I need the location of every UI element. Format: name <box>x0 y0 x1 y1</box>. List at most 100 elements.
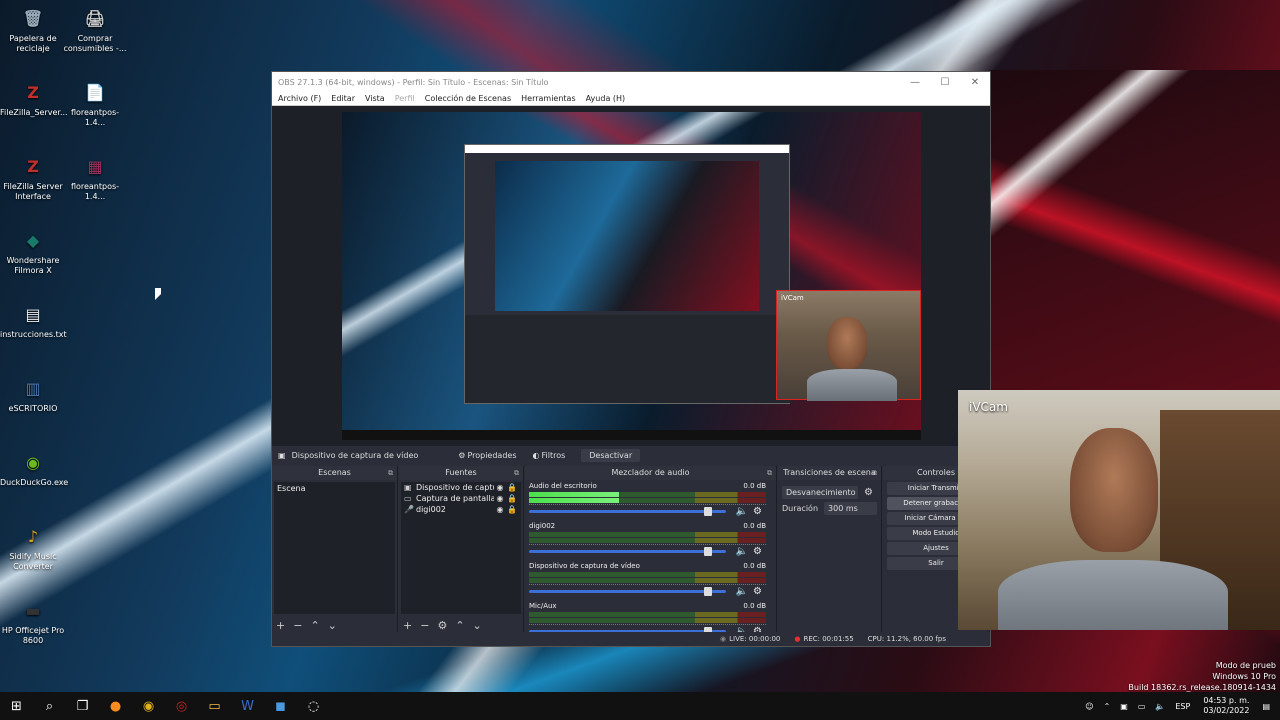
desktop-icon[interactable]: ◆ Wondershare Filmora X <box>0 228 66 276</box>
monitor-icon[interactable]: ▭ <box>1138 702 1146 711</box>
desktop-icon-image: Z <box>27 157 39 176</box>
eye-icon[interactable]: ◉ <box>494 494 506 503</box>
chevron-up-icon[interactable]: ⌃ <box>455 619 464 632</box>
mixer-track: Audio del escritorio 0.0 dB 🔈 ⚙ <box>529 482 766 522</box>
menu-coleccion[interactable]: Colección de Escenas <box>425 94 511 103</box>
volume-slider[interactable] <box>529 547 726 556</box>
remove-icon[interactable]: − <box>293 619 302 632</box>
language-indicator[interactable]: ESP <box>1175 702 1190 711</box>
desktop-icon[interactable]: ▤ instrucciones.txt <box>0 302 67 340</box>
desktop-icon[interactable]: 🖨 Comprar consumibles -... <box>62 6 128 54</box>
volume-slider[interactable] <box>529 507 726 516</box>
gear-icon[interactable]: ⚙ <box>864 487 873 498</box>
remove-icon[interactable]: − <box>420 619 429 632</box>
desktop-icon[interactable]: ▦ floreantpos-1.4... <box>62 154 128 202</box>
menu-vista[interactable]: Vista <box>365 94 385 103</box>
speaker-icon[interactable]: 🔈 <box>736 586 748 597</box>
duration-input[interactable]: 300 ms <box>824 502 877 515</box>
lock-icon[interactable]: 🔒 <box>506 494 518 503</box>
chevron-down-icon[interactable]: ⌄ <box>473 619 482 632</box>
slider-handle[interactable] <box>704 547 713 556</box>
scenes-dock: Escenas ⧉ Escena + − ⌃ ⌄ <box>272 466 398 634</box>
speaker-icon[interactable]: 🔈 <box>736 506 748 517</box>
source-item[interactable]: ▭ Captura de pantalla ◉ 🔒 <box>401 493 521 504</box>
file-explorer-icon[interactable]: ▭ <box>198 692 231 720</box>
deactivate-button[interactable]: Desactivar <box>581 448 641 462</box>
properties-button[interactable]: ⚙ Propiedades <box>458 451 516 460</box>
dock-popout-icon[interactable]: ⧉ <box>872 466 877 480</box>
menu-herramientas[interactable]: Herramientas <box>521 94 576 103</box>
desktop-icon[interactable]: Z FileZilla Server Interface <box>0 154 66 202</box>
menu-ayuda[interactable]: Ayuda (H) <box>586 94 626 103</box>
preview-webcam-source[interactable]: iVCam <box>776 290 921 401</box>
menu-archivo[interactable]: Archivo (F) <box>278 94 321 103</box>
desktop-icon-label: Wondershare Filmora X <box>6 256 60 275</box>
transition-select[interactable]: Desvanecimiento <box>782 486 858 499</box>
desktop-icon[interactable]: Z FileZilla_Server... <box>0 80 68 118</box>
app-blue-icon[interactable]: ◼ <box>264 692 297 720</box>
minimize-button[interactable]: — <box>900 77 930 88</box>
source-type-icon: ▭ <box>404 494 412 503</box>
scenes-title: Escenas ⧉ <box>272 466 397 480</box>
dock-popout-icon[interactable]: ⧉ <box>767 466 772 480</box>
chevron-down-icon[interactable]: ⌄ <box>328 619 337 632</box>
obs-titlebar[interactable]: OBS 27.1.3 (64-bit, windows) - Perfil: S… <box>272 72 990 92</box>
desktop-icon[interactable]: 📄 floreantpos-1.4... <box>62 80 128 128</box>
volume-slider[interactable] <box>529 587 726 596</box>
windows-start-icon[interactable]: ⊞ <box>0 692 33 720</box>
desktop-icon[interactable]: ▬ HP Officejet Pro 8600 <box>0 598 66 646</box>
lock-icon[interactable]: 🔒 <box>506 483 518 492</box>
volume-icon[interactable]: 🔈 <box>1155 702 1165 711</box>
track-name: Mic/Aux <box>529 602 557 610</box>
firefox-icon[interactable]: ● <box>99 692 132 720</box>
obs-icon[interactable]: ◌ <box>297 692 330 720</box>
menu-editar[interactable]: Editar <box>331 94 355 103</box>
source-item[interactable]: 🎤 digi002 ◉ 🔒 <box>401 504 521 515</box>
desktop-icon[interactable]: 🗑 Papelera de reciclaje <box>0 6 66 54</box>
speaker-icon[interactable]: 🔈 <box>736 546 748 557</box>
task-view-icon[interactable]: ❐ <box>66 692 99 720</box>
app-red-icon[interactable]: ◎ <box>165 692 198 720</box>
preview-canvas[interactable]: iVCam <box>342 112 921 440</box>
eye-icon[interactable]: ◉ <box>494 505 506 514</box>
desktop-icon[interactable]: ▥ eSCRITORIO <box>0 376 66 414</box>
source-item[interactable]: ▣ Dispositivo de captura d◉🔒 <box>401 482 521 493</box>
chrome-icon[interactable]: ◉ <box>132 692 165 720</box>
close-button[interactable]: ✕ <box>960 77 990 88</box>
desktop-icon[interactable]: ◉ DuckDuckGo.exe <box>0 450 68 488</box>
desktop-icon[interactable]: ♪ Sidify Music Converter <box>0 524 66 572</box>
gear-icon[interactable]: ⚙ <box>753 506 762 517</box>
dock-popout-icon[interactable]: ⧉ <box>514 466 519 480</box>
notifications-icon[interactable]: ▤ <box>1262 702 1270 711</box>
network-icon[interactable]: ▣ <box>1120 702 1128 711</box>
filters-button[interactable]: ◐ Filtros <box>533 451 566 460</box>
transition-duration-row: Duración 300 ms <box>782 502 877 515</box>
lock-icon[interactable]: 🔒 <box>506 505 518 514</box>
dock-popout-icon[interactable]: ⧉ <box>388 466 393 480</box>
chevron-up-icon[interactable]: ⌃ <box>1104 702 1111 711</box>
scene-item[interactable]: Escena <box>274 482 395 495</box>
gear-icon[interactable]: ⚙ <box>753 586 762 597</box>
source-toolbar-device: ▣ Dispositivo de captura de vídeo <box>278 450 419 460</box>
desktop-icon-image: ♪ <box>27 527 39 546</box>
clock[interactable]: 04:53 p. m. 03/02/2022 <box>1203 696 1249 716</box>
add-icon[interactable]: + <box>403 619 412 632</box>
add-icon[interactable]: + <box>276 619 285 632</box>
gear-icon[interactable]: ⚙ <box>753 546 762 557</box>
nested-obs-capture <box>464 144 791 404</box>
word-icon[interactable]: W <box>231 692 264 720</box>
chevron-up-icon[interactable]: ⌃ <box>310 619 319 632</box>
slider-handle[interactable] <box>704 587 713 596</box>
desktop-icon-label: FileZilla_Server... <box>0 108 68 117</box>
duration-label: Duración <box>782 504 819 513</box>
desktop-icon-label: floreantpos-1.4... <box>70 108 120 127</box>
webcam-overlay: iVCam <box>958 390 1280 630</box>
slider-handle[interactable] <box>704 507 713 516</box>
gear-icon[interactable]: ⚙ <box>437 619 447 632</box>
eye-icon[interactable]: ◉ <box>494 483 506 492</box>
meter-ticks <box>529 624 766 628</box>
maximize-button[interactable]: ☐ <box>930 77 960 88</box>
person-icon[interactable]: ☺ <box>1085 702 1093 711</box>
search-icon[interactable]: ⌕ <box>33 692 66 720</box>
menu-perfil[interactable]: Perfil <box>395 94 415 103</box>
